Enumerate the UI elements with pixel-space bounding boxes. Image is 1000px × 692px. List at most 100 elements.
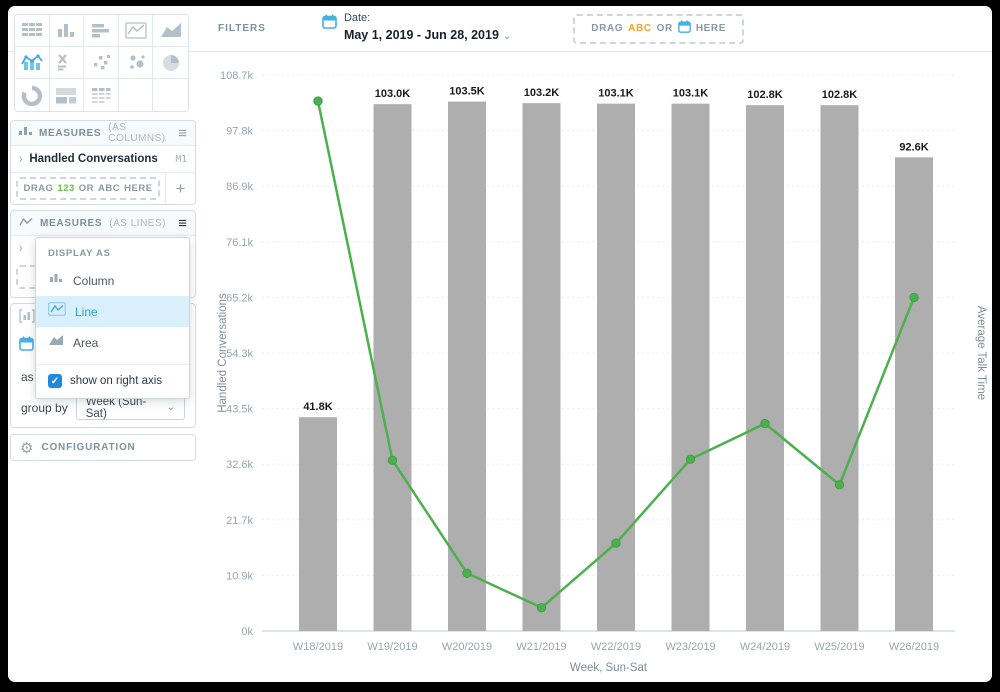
trellis-chart-icon — [19, 309, 35, 328]
x-tick-label: W24/2019 — [740, 641, 790, 653]
bar-value-label: 41.8K — [303, 401, 332, 413]
checkbox-checked-icon[interactable]: ✓ — [48, 374, 62, 388]
filter-dropzone[interactable]: DRAG ABC OR HERE — [573, 14, 744, 44]
display-as-header: DISPLAY AS — [36, 238, 189, 265]
picker-bar-chart-icon[interactable] — [84, 15, 119, 47]
chevron-right-icon: › — [19, 241, 22, 256]
bar[interactable] — [374, 104, 412, 631]
date-filter-texts: Date: May 1, 2019 - Jun 28, 2019⌄ — [344, 12, 511, 46]
bar-value-label: 92.6K — [899, 141, 928, 153]
picker-pivot-table-icon[interactable] — [84, 79, 119, 111]
panel-subtitle: (AS LINES) — [109, 218, 166, 229]
y-tick-label: 10.9k — [226, 570, 253, 582]
picker-pie-chart-icon[interactable] — [153, 47, 188, 79]
picker-empty-cell — [153, 79, 188, 111]
calendar-icon — [678, 20, 691, 38]
bar[interactable] — [672, 104, 710, 631]
x-tick-label: W25/2019 — [814, 641, 864, 653]
picker-area-chart-icon[interactable] — [153, 15, 188, 47]
chevron-right-icon: › — [19, 151, 22, 166]
panel-menu-icon[interactable]: ≡ — [178, 126, 187, 141]
column-chart-icon — [19, 124, 32, 142]
checkbox-label: show on right axis — [70, 375, 162, 387]
line-chart-icon — [19, 214, 33, 232]
group-by-label: group by — [21, 401, 68, 415]
line-point[interactable] — [835, 481, 843, 489]
bar-value-label: 102.8K — [747, 89, 783, 101]
y-tick-label: 0k — [241, 626, 253, 638]
line-point[interactable] — [761, 419, 769, 427]
picker-bubble-chart-icon[interactable] — [119, 47, 154, 79]
dropzone-here-text: HERE — [696, 23, 726, 34]
combo-chart-canvas: 0k10.9k21.7k32.6k43.5k54.3k65.2k76.1k86.… — [200, 52, 992, 682]
dropzone-or-text: OR — [657, 23, 673, 34]
configuration-panel[interactable]: ⚙ CONFIGURATION — [10, 434, 196, 461]
measures-lines-header: MEASURES (AS LINES) ≡ — [11, 211, 195, 235]
line-point[interactable] — [910, 293, 918, 301]
picker-donut-chart-icon[interactable] — [15, 79, 50, 111]
column-mini-icon — [48, 271, 64, 290]
dropzone-drag-text: DRAG — [591, 23, 623, 34]
show-on-right-axis-option[interactable]: ✓ show on right axis — [36, 365, 189, 398]
line-mini-icon — [48, 302, 66, 321]
panel-title: MEASURES — [39, 128, 101, 139]
menu-item-area[interactable]: Area — [36, 327, 189, 358]
add-measure-button[interactable]: + — [165, 173, 195, 204]
dropzone-or-text: OR — [79, 183, 94, 194]
line-point[interactable] — [388, 456, 396, 464]
menu-item-label: Line — [75, 305, 98, 319]
measure-drag-row: DRAG 123 OR ABC HERE + — [11, 172, 195, 204]
measure-dropzone[interactable]: DRAG 123 OR ABC HERE — [16, 177, 160, 200]
bar[interactable] — [895, 157, 933, 631]
picker-box-plot-icon[interactable] — [50, 47, 85, 79]
chart-type-picker — [14, 14, 189, 112]
line-point[interactable] — [686, 455, 694, 463]
picker-treemap-icon[interactable] — [50, 79, 85, 111]
x-tick-label: W21/2019 — [516, 641, 566, 653]
line-point[interactable] — [612, 539, 620, 547]
date-filter[interactable]: Date: May 1, 2019 - Jun 28, 2019⌄ — [322, 12, 511, 46]
picker-column-chart-icon[interactable] — [50, 15, 85, 47]
y-tick-label: 32.6k — [226, 459, 253, 471]
menu-item-label: Area — [73, 336, 98, 350]
menu-item-column[interactable]: Column — [36, 265, 189, 296]
x-tick-label: W20/2019 — [442, 641, 492, 653]
measures-columns-panel: MEASURES (AS COLUMNS) ≡ › Handled Conver… — [10, 120, 196, 205]
chevron-down-icon: ⌄ — [503, 31, 511, 42]
y-tick-label: 65.2k — [226, 292, 253, 304]
picker-scatter-plot-icon[interactable] — [84, 47, 119, 79]
line-point[interactable] — [463, 569, 471, 577]
y-tick-label: 21.7k — [226, 515, 253, 527]
line-point[interactable] — [314, 97, 322, 105]
bar-value-label: 102.8K — [822, 89, 858, 101]
bar-value-label: 103.1K — [598, 88, 634, 100]
x-tick-label: W19/2019 — [367, 641, 417, 653]
picker-table-icon[interactable] — [15, 15, 50, 47]
group-by-select-value: Week (Sun-Sat) — [86, 396, 167, 420]
y-tick-label: 108.7k — [220, 70, 254, 82]
x-tick-label: W26/2019 — [889, 641, 939, 653]
bar[interactable] — [523, 103, 561, 631]
y-axis-title-left: Handled Conversations — [217, 293, 229, 413]
display-as-menu: DISPLAY AS Column Line Area ✓ show on righ… — [35, 237, 190, 399]
panel-menu-icon-active[interactable]: ≡ — [178, 216, 187, 231]
as-label: as — [21, 370, 34, 384]
y-tick-label: 97.8k — [226, 126, 253, 138]
sidebar: MEASURES (AS COLUMNS) ≡ › Handled Conver… — [8, 6, 208, 682]
x-axis-title: Week, Sun-Sat — [570, 662, 648, 674]
bar[interactable] — [597, 104, 635, 631]
bar[interactable] — [821, 105, 859, 631]
dropzone-abc-text: ABC — [628, 23, 651, 34]
menu-item-line[interactable]: Line — [36, 296, 189, 327]
bar[interactable] — [299, 417, 337, 631]
gear-icon: ⚙ — [20, 439, 33, 457]
picker-line-chart-icon[interactable] — [119, 15, 154, 47]
measure-item-handled-conversations[interactable]: › Handled Conversations M1 — [11, 145, 195, 172]
calendar-icon — [19, 336, 34, 356]
bar[interactable] — [746, 105, 784, 631]
configuration-label: CONFIGURATION — [41, 442, 135, 453]
date-filter-value: May 1, 2019 - Jun 28, 2019 — [344, 28, 499, 42]
picker-combo-chart-icon[interactable] — [15, 47, 50, 79]
line-point[interactable] — [537, 603, 545, 611]
calendar-icon — [322, 14, 337, 34]
